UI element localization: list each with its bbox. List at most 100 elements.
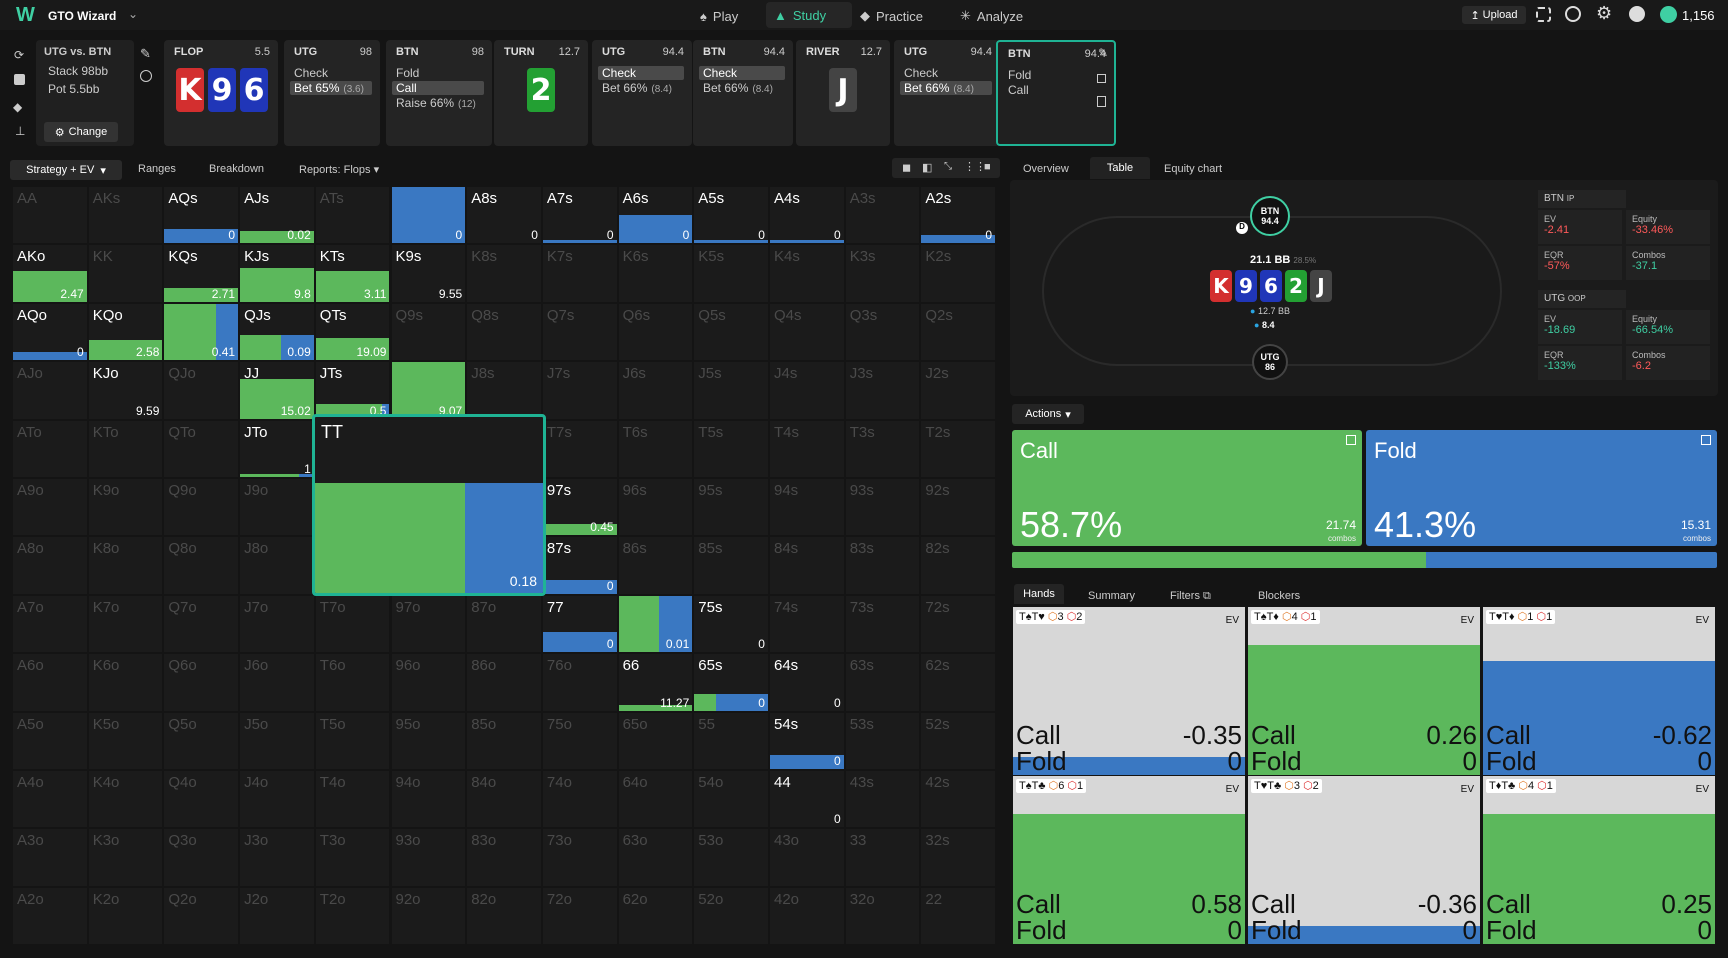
hand-cell[interactable]: 83o [466, 828, 542, 887]
hand-cell[interactable]: A4s 0 [769, 186, 845, 245]
hand-cell[interactable]: 43o [769, 828, 845, 887]
nav-play[interactable]: ♠ Play [692, 5, 746, 27]
hand-cell[interactable]: 66 11.27 [617, 653, 694, 712]
hand-cell[interactable]: T3o [314, 828, 391, 887]
action-option[interactable]: Bet 66% (8.4) [699, 81, 777, 95]
hand-cell[interactable]: 43s [844, 770, 921, 829]
hand-cell[interactable]: JTs 0.5 [314, 361, 391, 420]
action-option[interactable]: Check [900, 66, 946, 80]
hand-cell[interactable]: ATo [12, 419, 88, 478]
hand-cell[interactable]: K7s [541, 244, 618, 303]
hand-cell[interactable]: A6o [12, 653, 88, 712]
hand-cell[interactable]: 55 [693, 711, 769, 770]
ranges-tab[interactable]: Ranges [138, 163, 176, 175]
utg-seat[interactable]: UTG 86 [1252, 344, 1288, 380]
tab-filters[interactable]: Filters ⧉ [1170, 590, 1211, 603]
call-action-card[interactable]: Call 58.7% 21.74 combos [1012, 430, 1362, 546]
change-button[interactable]: ⚙ Change [44, 122, 118, 142]
edit-icon[interactable]: ✎ [140, 46, 151, 62]
hand-cell[interactable]: A3s [844, 186, 921, 245]
hand-cell[interactable]: 64s 0 [769, 653, 845, 712]
actions-dropdown[interactable]: Actions ▾ [1012, 404, 1084, 424]
hand-cell[interactable]: 74s [769, 594, 845, 654]
user-icon[interactable] [1629, 6, 1645, 22]
action-option[interactable]: Bet 65% (3.6) [290, 81, 372, 95]
grid-icon[interactable]: ⋮⋮ [964, 160, 986, 173]
hand-cell[interactable]: AJs 0.02 [239, 186, 315, 245]
hand-cell[interactable]: Q4s [769, 302, 845, 362]
hand-cell[interactable]: K3s [844, 244, 921, 303]
hand-cell[interactable]: 63o [617, 828, 694, 887]
hand-cell[interactable]: 54o [693, 770, 769, 829]
hand-cell[interactable]: T4s [769, 419, 845, 478]
hand-cell[interactable]: 95s [693, 478, 769, 537]
save-icon[interactable] [14, 74, 25, 85]
hand-cell[interactable]: J5s [693, 361, 769, 420]
history-btn[interactable]: BTN 98 Fold Call Raise 66% (12) [386, 40, 492, 146]
hand-cell[interactable]: 65s 0 [693, 653, 769, 712]
history-turn[interactable]: TURN 12.7 2 [494, 40, 588, 146]
hand-cell[interactable]: K9s 9.55 [390, 244, 467, 303]
history-utg[interactable]: UTG 94.4 Check Bet 66% (8.4) [592, 40, 692, 146]
hand-cell[interactable]: K5s [693, 244, 769, 303]
hand-cell[interactable]: 92o [390, 886, 467, 946]
hand-cell[interactable]: K6s [617, 244, 694, 303]
hand-cell[interactable]: J3o [239, 828, 315, 887]
hand-cell[interactable]: 53s [844, 711, 921, 770]
hand-cell[interactable]: A9o [12, 478, 88, 537]
hand-cell[interactable]: Q4o [163, 770, 240, 829]
expand-icon[interactable] [1701, 435, 1711, 445]
hand-cell[interactable]: J3s [844, 361, 921, 420]
hand-cell[interactable]: AA [12, 186, 88, 245]
upload-button[interactable]: ↥ Upload [1462, 6, 1526, 24]
action-option[interactable]: Fold [1004, 68, 1039, 82]
hand-cell[interactable]: A2o [12, 886, 88, 946]
hand-cell[interactable]: 97o [390, 594, 467, 654]
nav-practice[interactable]: ◆ Practice [852, 5, 931, 27]
hand-cell[interactable]: AQs 0 [163, 186, 240, 245]
action-option[interactable]: Check [699, 66, 785, 80]
hand-cell[interactable]: 82s [920, 536, 997, 595]
hand-cell[interactable]: J4o [239, 770, 315, 829]
hand-cell[interactable]: K2s [920, 244, 997, 303]
hand-zoom-popup[interactable]: TT 0.18 [312, 414, 546, 596]
hand-cell[interactable]: 52o [693, 886, 769, 946]
hand-cell[interactable]: Q5o [163, 711, 240, 770]
hand-cell[interactable]: K6o [87, 653, 164, 712]
tab-summary[interactable]: Summary [1088, 590, 1135, 602]
hand-cell[interactable]: QQ0.41 [163, 302, 240, 362]
hand-cell[interactable]: 84s [769, 536, 845, 595]
strategy-tab[interactable]: Strategy + EV ▾ [10, 160, 122, 180]
hand-cell[interactable]: 42s [920, 770, 997, 829]
hand-cell[interactable]: AKo 2.47 [12, 244, 88, 303]
hand-cell[interactable]: K4s [769, 244, 845, 303]
hand-cell[interactable]: AKs [87, 186, 164, 245]
hand-cell[interactable]: ATs [314, 186, 391, 245]
hand-cell[interactable]: 62o [617, 886, 694, 946]
align-icon[interactable]: ⊥ [15, 124, 25, 138]
hand-cell[interactable]: 95o [390, 711, 467, 770]
hand-cell[interactable]: 85s [693, 536, 769, 595]
hand-cell[interactable]: J2s [920, 361, 997, 420]
hand-cell[interactable]: KQo 2.58 [87, 302, 164, 362]
action-option[interactable]: Call [392, 81, 484, 95]
app-title[interactable]: GTO Wizard [48, 9, 116, 23]
hand-cell[interactable]: KJo 9.59 [87, 361, 164, 420]
hand-cell[interactable]: QJs 0.09 [239, 302, 315, 362]
hand-cell[interactable]: 73o [541, 828, 618, 887]
hand-cell[interactable]: 93s [844, 478, 921, 537]
hand-cell[interactable]: A5o [12, 711, 88, 770]
hand-cell[interactable]: Q2s [920, 302, 997, 362]
tab-table[interactable]: Table [1090, 157, 1150, 179]
hand-combo-card[interactable]: T♠T♦ ⬡4 ⬡1 EV Call 0.26 Fold 0 [1248, 607, 1480, 775]
hand-cell[interactable]: J4s [769, 361, 845, 420]
hand-cell[interactable]: 73s [844, 594, 921, 654]
fold-action-card[interactable]: Fold 41.3% 15.31 combos [1366, 430, 1717, 546]
hand-cell[interactable]: T3s [844, 419, 921, 478]
history-river[interactable]: RIVER 12.7 J [796, 40, 890, 146]
nav-analyze[interactable]: ✳ Analyze [952, 5, 1031, 27]
hand-cell[interactable]: J2o [239, 886, 315, 946]
hand-cell[interactable]: Q9s [390, 302, 467, 362]
history-btn[interactable]: BTN 94.4 Fold Call ✎ [996, 40, 1116, 146]
history-utg[interactable]: UTG 94.4 Check Bet 66% (8.4) [894, 40, 1000, 146]
